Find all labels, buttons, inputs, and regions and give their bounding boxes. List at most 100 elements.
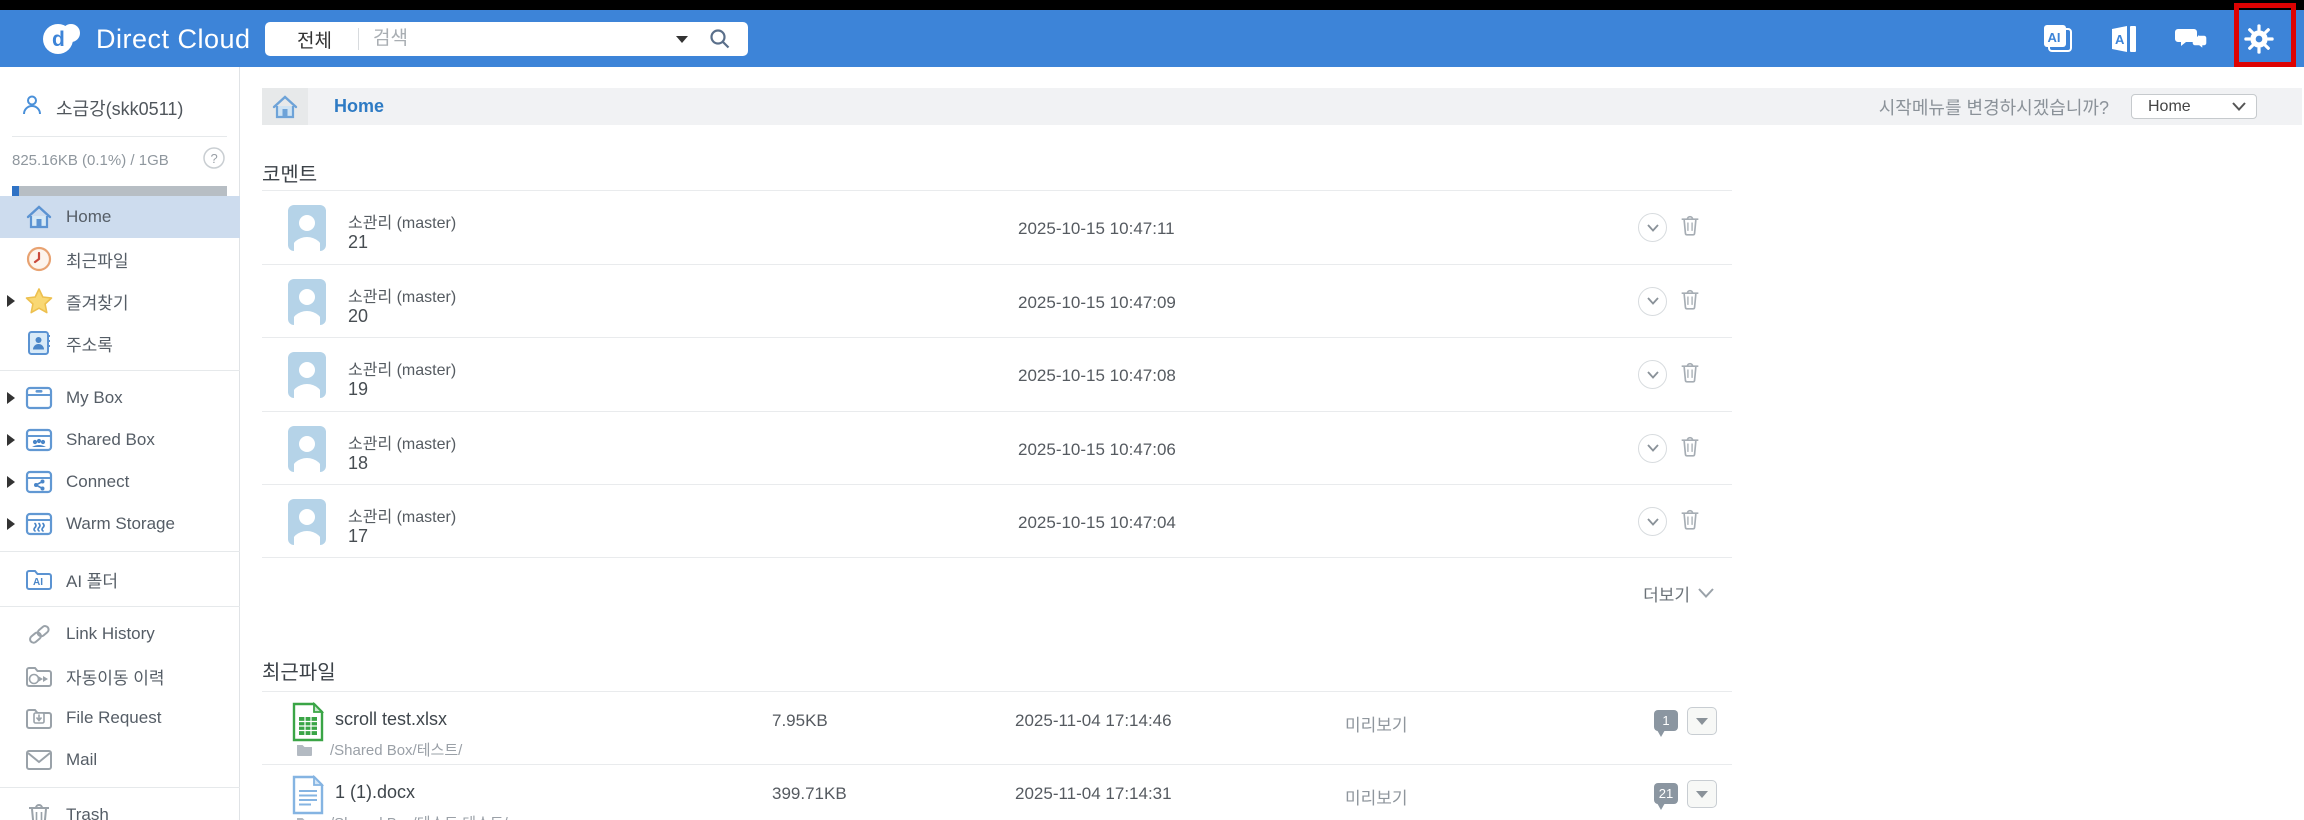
comment-row: 소관리 (master) 19 2025-10-15 10:47:08	[262, 337, 1732, 411]
comment-count-badge[interactable]: 1	[1654, 710, 1678, 737]
expand-arrow-icon[interactable]	[7, 476, 15, 488]
file-request-folder-icon	[22, 706, 56, 730]
file-row[interactable]: scroll test.xlsx /Shared Box/테스트/ 7.95KB…	[262, 691, 1732, 764]
comment-text: 21	[348, 232, 369, 252]
logo[interactable]: d Direct Cloud	[40, 18, 251, 61]
sidebar-item-connect[interactable]: Connect	[0, 461, 240, 503]
comment-expand-button[interactable]	[1638, 360, 1667, 389]
comment-text: 19	[348, 379, 369, 399]
sidebar-item-address-book[interactable]: 주소록	[0, 322, 240, 364]
file-row[interactable]: 1 (1).docx /Shared Box/테스트 테스트/ 399.71KB…	[262, 764, 1732, 820]
shared-box-icon	[22, 427, 56, 453]
sidebar-item-trash[interactable]: Trash	[0, 794, 240, 820]
chevron-down-icon	[1646, 223, 1659, 232]
sidebar-item-label: 최근파일	[66, 251, 129, 271]
ai-folder-icon: AI	[22, 567, 56, 591]
recent-files-section-title: 최근파일	[262, 662, 336, 684]
comment-row: 소관리 (master) 21 2025-10-15 10:47:11	[262, 190, 1732, 264]
sidebar-item-warm-storage[interactable]: Warm Storage	[0, 503, 240, 545]
avatar	[288, 425, 326, 472]
sidebar-item-label: 자동이동 이력	[66, 668, 165, 688]
sidebar-item-mail[interactable]: Mail	[0, 739, 240, 781]
search-box[interactable]: 전체	[265, 22, 748, 56]
sidebar-item-label: Connect	[66, 472, 130, 491]
my-box-icon	[22, 385, 56, 411]
ai-translate-icon[interactable]: A	[2102, 20, 2148, 58]
comment-row: 소관리 (master) 17 2025-10-15 10:47:04	[262, 484, 1732, 558]
breadcrumb-home-icon[interactable]	[262, 88, 308, 125]
page-title[interactable]: Home	[334, 96, 384, 117]
file-name[interactable]: scroll test.xlsx	[335, 709, 447, 730]
file-size: 399.71KB	[772, 784, 847, 803]
comment-timestamp: 2025-10-15 10:47:08	[1018, 366, 1176, 385]
chat-icon[interactable]	[2169, 20, 2215, 58]
comment-expand-button[interactable]	[1638, 213, 1667, 242]
preview-link[interactable]: 미리보기	[1345, 711, 1408, 736]
comment-delete-button[interactable]	[1680, 288, 1700, 315]
preview-link[interactable]: 미리보기	[1345, 784, 1408, 809]
sidebar-item-recent-files[interactable]: 최근파일	[0, 238, 240, 280]
search-scope-label[interactable]: 전체	[265, 26, 358, 53]
ai-documents-icon[interactable]: AI	[2035, 20, 2081, 58]
comments-more-button[interactable]: 더보기	[262, 580, 1732, 606]
expand-arrow-icon[interactable]	[7, 518, 15, 530]
comment-timestamp: 2025-10-15 10:47:06	[1018, 439, 1176, 459]
file-menu-button[interactable]	[1687, 707, 1717, 735]
start-menu-select[interactable]: Home	[2131, 94, 2257, 119]
expand-arrow-icon[interactable]	[7, 434, 15, 446]
svg-text:?: ?	[211, 151, 218, 166]
comment-row: 소관리 (master) 20 2025-10-15 10:47:09	[262, 263, 1732, 338]
comment-expand-button[interactable]	[1638, 433, 1667, 463]
sidebar-item-auto-move-history[interactable]: 자동이동 이력	[0, 655, 240, 697]
expand-arrow-icon[interactable]	[7, 392, 15, 404]
avatar	[288, 352, 326, 398]
comment-count-badge[interactable]: 21	[1654, 783, 1678, 810]
comment-author: 소관리 (master)	[348, 362, 457, 379]
file-path[interactable]: /Shared Box/테스트 테스트/	[330, 812, 508, 820]
sidebar-item-label: 즐겨찾기	[66, 293, 129, 313]
sidebar-item-home[interactable]: Home	[0, 196, 240, 238]
file-path[interactable]: /Shared Box/테스트/	[330, 739, 462, 760]
comment-text: 18	[348, 452, 369, 473]
comment-delete-button[interactable]	[1680, 435, 1700, 462]
quota-usage: 825.16KB (0.1%) / 1GB	[12, 152, 169, 169]
sidebar-item-label: Warm Storage	[66, 514, 175, 533]
chevron-down-icon	[1646, 370, 1659, 379]
file-timestamp: 2025-11-04 17:14:46	[1015, 711, 1172, 730]
sidebar-item-favorites[interactable]: 즐겨찾기	[0, 280, 240, 322]
folder-icon	[296, 815, 313, 820]
sidebar-item-label: Mail	[66, 750, 98, 769]
sidebar-item-ai-folder[interactable]: AI AI 폴더	[0, 558, 240, 600]
start-menu-selected-value: Home	[2148, 97, 2191, 115]
svg-text:A: A	[2115, 32, 2125, 47]
mail-icon	[22, 749, 56, 771]
sidebar-item-shared-box[interactable]: Shared Box	[0, 419, 240, 461]
sidebar-item-label: My Box	[66, 388, 123, 407]
file-name[interactable]: 1 (1).docx	[335, 782, 415, 803]
avatar	[288, 499, 326, 545]
comment-expand-button[interactable]	[1638, 286, 1667, 316]
auto-move-folder-icon	[22, 664, 56, 688]
comment-delete-button[interactable]	[1680, 508, 1700, 535]
main-content: Home 시작메뉴를 변경하시겠습니까? Home 코멘트 소관리 (maste…	[241, 67, 2304, 820]
quota-help-icon[interactable]: ?	[203, 147, 225, 174]
comment-delete-button[interactable]	[1680, 361, 1700, 388]
sidebar-item-my-box[interactable]: My Box	[0, 377, 240, 419]
search-scope-caret-icon[interactable]	[676, 35, 688, 43]
comment-expand-button[interactable]	[1638, 507, 1667, 536]
divider	[0, 606, 240, 607]
comment-delete-button[interactable]	[1680, 214, 1700, 241]
search-icon[interactable]	[708, 27, 732, 51]
recent-files-list: scroll test.xlsx /Shared Box/테스트/ 7.95KB…	[262, 691, 1732, 820]
sidebar-item-file-request[interactable]: File Request	[0, 697, 240, 739]
more-label: 더보기	[1643, 585, 1690, 605]
directcloud-app: d Direct Cloud 전체 AI	[0, 0, 2304, 820]
sidebar-item-link-history[interactable]: Link History	[0, 613, 240, 655]
file-menu-button[interactable]	[1687, 780, 1717, 808]
logo-text: Direct Cloud	[96, 24, 251, 54]
user-profile[interactable]: 소금강(skk0511)	[0, 67, 239, 122]
expand-arrow-icon[interactable]	[7, 295, 15, 307]
avatar	[288, 278, 326, 325]
caret-down-icon	[1696, 717, 1708, 725]
search-input[interactable]	[358, 28, 676, 50]
